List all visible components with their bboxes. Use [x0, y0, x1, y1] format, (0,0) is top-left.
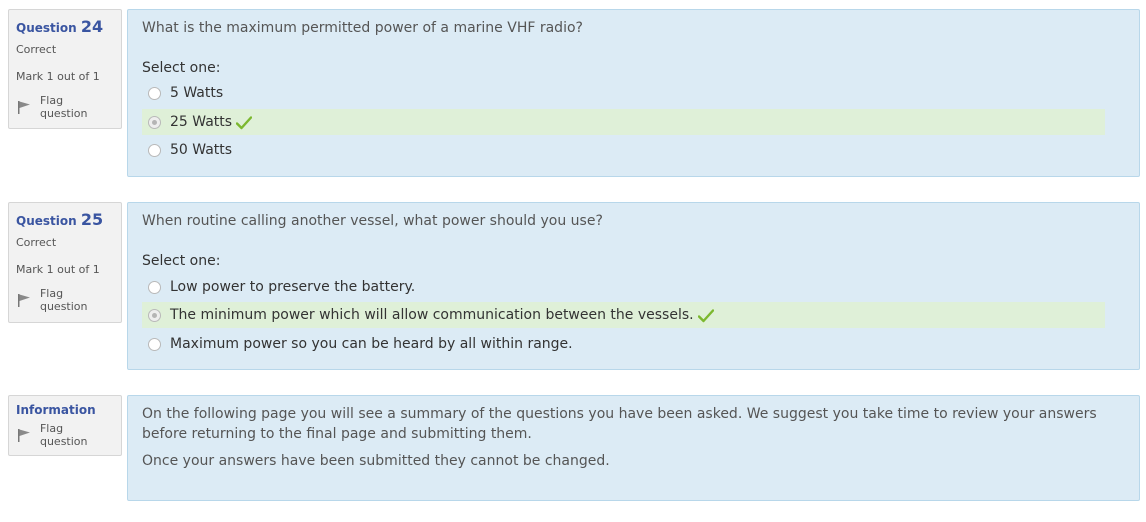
flag-question-link[interactable]: Flag question [16, 94, 114, 120]
question-grade: Mark 1 out of 1 [16, 263, 100, 276]
flag-question-link[interactable]: Flag question [16, 422, 114, 448]
question-text: When routine calling another vessel, wha… [142, 213, 603, 229]
flag-icon [17, 428, 30, 442]
question-content: What is the maximum permitted power of a… [127, 9, 1140, 177]
radio-button[interactable] [148, 280, 161, 294]
check-icon [236, 116, 253, 130]
question-info: Question 25 Correct Mark 1 out of 1 Flag… [8, 202, 122, 323]
question-grade: Mark 1 out of 1 [16, 70, 100, 83]
question-number: Question 24 [16, 16, 114, 39]
select-one-prompt: Select one: [142, 60, 221, 76]
select-one-prompt: Select one: [142, 253, 221, 269]
flag-question-link[interactable]: Flag question [16, 287, 114, 313]
question-label: Question [16, 214, 77, 228]
question-number: Question 25 [16, 209, 114, 232]
question-text: What is the maximum permitted power of a… [142, 20, 583, 36]
question-info: Question 24 Correct Mark 1 out of 1 Flag… [8, 9, 122, 129]
radio-button[interactable] [148, 337, 161, 351]
information-paragraph: On the following page you will see a sum… [142, 406, 1097, 442]
question-24: Question 24 Correct Mark 1 out of 1 Flag… [8, 9, 1140, 177]
flag-icon [17, 293, 30, 307]
flag-icon [17, 100, 30, 114]
flag-question-label: Flag question [39, 94, 88, 120]
radio-button[interactable] [148, 143, 161, 157]
information-info: Information Flag question [8, 395, 122, 456]
answer-option-selected[interactable]: The minimum power which will allow commu… [142, 302, 1105, 328]
information-paragraph: Once your answers have been submitted th… [142, 453, 610, 469]
information-label: Information [16, 403, 96, 417]
answer-label: 50 Watts [170, 142, 233, 158]
question-state: Correct [16, 236, 57, 249]
question-number-value: 24 [80, 17, 104, 36]
information-item: Information Flag question On the followi… [8, 395, 1140, 501]
answer-label: 5 Watts [170, 85, 224, 101]
answer-option[interactable]: Low power to preserve the battery. [142, 274, 1105, 300]
answer-option[interactable]: 5 Watts [142, 80, 1105, 106]
question-content: When routine calling another vessel, wha… [127, 202, 1140, 370]
flag-question-label: Flag question [39, 287, 88, 313]
question-state: Correct [16, 43, 57, 56]
radio-button[interactable] [148, 86, 161, 100]
answer-label: Low power to preserve the battery. [170, 279, 416, 295]
answer-option[interactable]: Maximum power so you can be heard by all… [142, 331, 1105, 357]
answer-label: 25 Watts [170, 114, 233, 130]
information-content: On the following page you will see a sum… [127, 395, 1140, 501]
answer-label: Maximum power so you can be heard by all… [170, 336, 573, 352]
flag-question-label: Flag question [39, 422, 88, 448]
check-icon [697, 309, 714, 323]
answer-option-selected[interactable]: 25 Watts [142, 109, 1105, 135]
answer-label: The minimum power which will allow commu… [170, 307, 694, 323]
question-25: Question 25 Correct Mark 1 out of 1 Flag… [8, 202, 1140, 370]
question-label: Question [16, 21, 77, 35]
answer-option[interactable]: 50 Watts [142, 137, 1105, 163]
radio-button-checked[interactable] [148, 308, 161, 322]
radio-button-checked[interactable] [148, 115, 161, 129]
question-number-value: 25 [80, 210, 104, 229]
